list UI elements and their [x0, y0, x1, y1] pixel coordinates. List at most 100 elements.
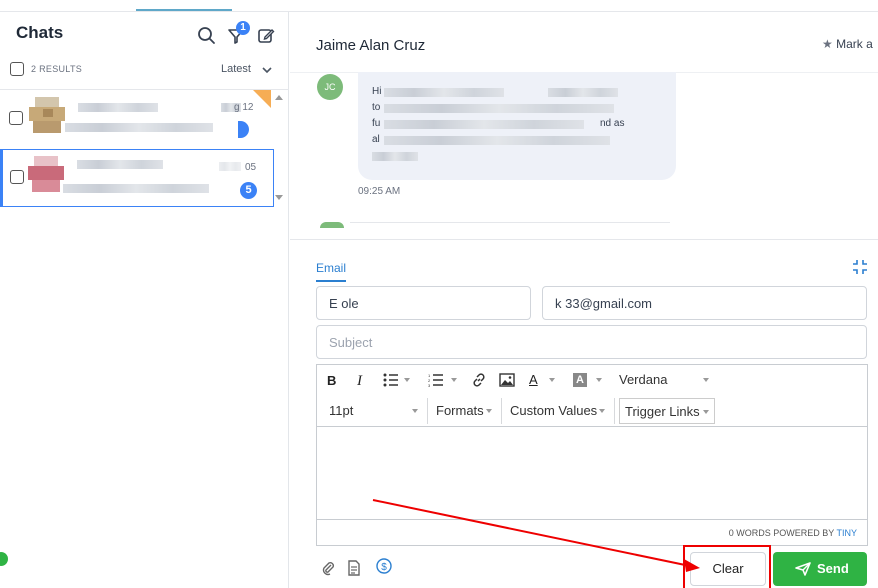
mark-as-label: Mark a: [836, 37, 873, 51]
chevron-down-icon[interactable]: [404, 378, 410, 382]
message-blurred: [548, 88, 618, 97]
editor-status-bar: 0 WORDS POWERED BY TINY: [317, 519, 867, 545]
tab-email-underline: [316, 280, 346, 282]
results-count: 2 RESULTS: [31, 64, 83, 74]
font-size-select[interactable]: 11pt: [329, 403, 353, 418]
toolbar-separator: [501, 398, 502, 424]
message-preview-blurred: [63, 184, 209, 193]
formats-select[interactable]: Formats: [436, 403, 484, 418]
composer-divider: [290, 239, 878, 240]
message-line: to: [372, 102, 381, 113]
chat-list-item-selected[interactable]: 05 5: [0, 149, 274, 207]
from-field[interactable]: E ole: [316, 286, 531, 320]
avatar: [28, 156, 64, 192]
send-icon: [795, 562, 811, 576]
chevron-down-icon: [703, 410, 709, 414]
svg-text:$: $: [381, 562, 387, 573]
chat-item-checkbox[interactable]: [9, 111, 23, 125]
toolbar-separator: [427, 398, 428, 424]
select-all-checkbox[interactable]: [10, 62, 24, 76]
chat-date: 05: [245, 162, 257, 173]
search-icon[interactable]: [197, 26, 217, 46]
send-button[interactable]: Send: [773, 552, 867, 586]
italic-button[interactable]: I: [357, 373, 362, 390]
chat-item-checkbox[interactable]: [10, 170, 24, 184]
chat-date: g 12: [234, 102, 254, 113]
bold-button[interactable]: B: [327, 373, 336, 388]
message-blurred: [384, 88, 504, 97]
chat-list-item[interactable]: g 12: [0, 91, 274, 149]
message-avatar: JC: [317, 74, 343, 100]
template-icon[interactable]: [346, 560, 362, 576]
toolbar-row-2: 11pt Formats Custom Values Trigger Links: [317, 395, 867, 427]
svg-text:3: 3: [428, 383, 431, 387]
bullet-list-icon[interactable]: [383, 373, 399, 387]
payment-icon[interactable]: $: [376, 558, 392, 574]
unread-badge: [238, 121, 249, 138]
compose-icon[interactable]: [256, 26, 276, 46]
app: Chats 1 2 RESULTS Latest g 12 05 5 Jaime…: [0, 0, 878, 588]
sort-dropdown[interactable]: Latest: [221, 63, 251, 75]
top-strip: [0, 0, 878, 12]
message-line: Hi: [372, 86, 382, 97]
list-divider: [0, 89, 289, 90]
image-icon[interactable]: [499, 373, 515, 387]
next-message-avatar: [320, 222, 344, 228]
message-time: 09:25 AM: [358, 186, 401, 197]
send-label: Send: [817, 561, 849, 576]
contact-name-blurred: [78, 103, 158, 112]
chevron-down-icon[interactable]: [549, 378, 555, 382]
message-bubble: Hi to fu nd as al: [358, 72, 676, 180]
word-count: 0 WORDS POWERED BY TINY: [729, 528, 857, 538]
message-blurred: [384, 104, 614, 113]
message-blurred: [384, 136, 610, 145]
chevron-down-icon[interactable]: [486, 409, 492, 413]
contact-name-blurred: [77, 160, 163, 169]
star-icon: ★: [822, 37, 833, 51]
message-line: fu: [372, 118, 381, 129]
active-tab-indicator: [136, 9, 232, 11]
pinned-tag: [253, 90, 271, 108]
custom-values-select[interactable]: Custom Values: [510, 403, 597, 418]
message-blurred: [384, 120, 584, 129]
text-color-icon[interactable]: A: [529, 372, 538, 387]
rich-text-editor: B I 1 2 3 A A Verdana 11pt Formats Custo…: [316, 364, 868, 546]
chevron-down-icon[interactable]: [451, 378, 457, 382]
message-line: al: [372, 134, 380, 145]
word-count-text: 0 WORDS POWERED BY: [728, 528, 835, 538]
date-blurred: [219, 162, 241, 171]
chats-title: Chats: [16, 23, 64, 42]
tab-email[interactable]: Email: [316, 261, 346, 275]
to-field[interactable]: k 33@gmail.com: [542, 286, 867, 320]
link-icon[interactable]: [471, 372, 487, 388]
contact-name: Jaime Alan Cruz: [316, 37, 426, 54]
attachment-icon[interactable]: [320, 560, 336, 576]
editor-body[interactable]: [317, 427, 867, 519]
toolbar-separator: [614, 398, 615, 424]
trigger-links-select[interactable]: Trigger Links: [619, 398, 715, 424]
tiny-link[interactable]: TINY: [836, 528, 857, 538]
clear-button[interactable]: Clear: [690, 552, 766, 586]
chevron-down-icon[interactable]: [596, 378, 602, 382]
message-preview-blurred: [65, 123, 213, 132]
trigger-links-label: Trigger Links: [625, 404, 700, 419]
unread-badge: 5: [240, 182, 257, 199]
font-family-select[interactable]: Verdana: [619, 372, 667, 387]
numbered-list-icon[interactable]: 1 2 3: [428, 373, 444, 387]
toolbar-row-1: B I 1 2 3 A A Verdana: [317, 365, 867, 395]
message-line: nd as: [600, 118, 625, 129]
scroll-up-arrow[interactable]: [275, 95, 283, 100]
chat-list-panel: Chats 1 2 RESULTS Latest g 12 05 5: [0, 12, 289, 588]
conversation-panel: Jaime Alan Cruz ★ Mark a JC Hi to fu nd …: [290, 12, 878, 588]
background-color-icon[interactable]: A: [573, 373, 587, 387]
chevron-down-icon[interactable]: [599, 409, 605, 413]
collapse-icon[interactable]: [852, 259, 868, 275]
chevron-down-icon[interactable]: [412, 409, 418, 413]
avatar: [29, 97, 65, 133]
chevron-down-icon[interactable]: [703, 378, 709, 382]
scroll-down-arrow[interactable]: [275, 195, 283, 200]
message-blurred: [372, 152, 418, 161]
subject-input[interactable]: Subject: [316, 325, 867, 359]
chevron-down-icon[interactable]: [261, 64, 273, 76]
mark-as-button[interactable]: ★ Mark a: [822, 37, 873, 51]
